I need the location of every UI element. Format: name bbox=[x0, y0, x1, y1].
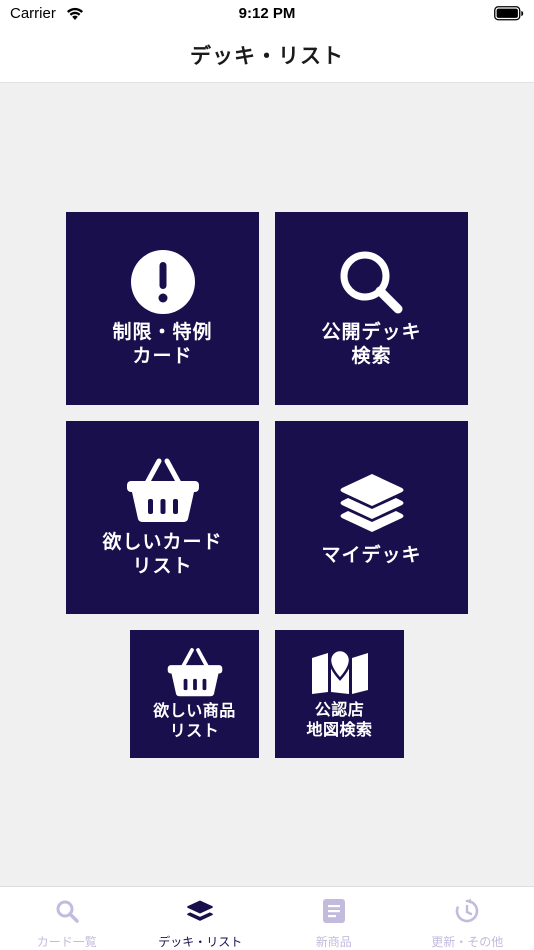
official-store-map-tile[interactable]: 公認店 地図検索 bbox=[275, 630, 404, 758]
page-title: デッキ・リスト bbox=[190, 44, 344, 68]
tab-card-list-label: カード一覧 bbox=[36, 935, 97, 949]
document-icon bbox=[267, 897, 401, 925]
main-content: 制限・特例 カード 公開デッキ 検索 欲しいカード リスト マイデッキ 欲しい商… bbox=[0, 84, 534, 886]
tab-deck-list-label: デッキ・リスト bbox=[158, 935, 243, 949]
wanted-products-label: 欲しい商品 リスト bbox=[153, 701, 236, 740]
tab-updates-other[interactable]: 更新・その他 bbox=[401, 887, 534, 950]
my-deck-label: マイデッキ bbox=[321, 543, 422, 566]
clock-label: 9:12 PM bbox=[238, 5, 296, 22]
wanted-products-tile[interactable]: 欲しい商品 リスト bbox=[130, 630, 259, 758]
battery-icon bbox=[494, 6, 524, 25]
history-icon bbox=[401, 897, 534, 925]
public-deck-search-label: 公開デッキ 検索 bbox=[321, 320, 422, 367]
map-icon bbox=[310, 648, 370, 694]
search-icon bbox=[338, 249, 406, 315]
status-bar: Carrier 9:12 PM bbox=[0, 0, 534, 30]
tab-new-products-label: 新商品 bbox=[315, 935, 352, 949]
exclamation-icon bbox=[130, 249, 196, 315]
tab-updates-other-label: 更新・その他 bbox=[431, 935, 504, 949]
basket-icon bbox=[166, 647, 224, 697]
official-store-map-label: 公認店 地図検索 bbox=[306, 700, 373, 739]
tab-bar: カード一覧 デッキ・リスト 新商品 更新・その他 bbox=[0, 886, 534, 950]
public-deck-search-tile[interactable]: 公開デッキ 検索 bbox=[275, 212, 468, 405]
navigation-bar: デッキ・リスト bbox=[0, 30, 534, 83]
my-deck-tile[interactable]: マイデッキ bbox=[275, 421, 468, 614]
search-icon bbox=[0, 897, 134, 925]
restricted-cards-tile[interactable]: 制限・特例 カード bbox=[66, 212, 259, 405]
basket-icon bbox=[125, 457, 201, 523]
layers-icon bbox=[134, 897, 268, 925]
tab-card-list[interactable]: カード一覧 bbox=[0, 887, 134, 950]
layers-icon bbox=[338, 468, 406, 534]
wanted-cards-tile[interactable]: 欲しいカード リスト bbox=[66, 421, 259, 614]
tab-new-products[interactable]: 新商品 bbox=[267, 887, 401, 950]
wanted-cards-label: 欲しいカード リスト bbox=[102, 530, 223, 577]
restricted-cards-label: 制限・特例 カード bbox=[112, 320, 213, 367]
tab-deck-list[interactable]: デッキ・リスト bbox=[134, 887, 268, 950]
